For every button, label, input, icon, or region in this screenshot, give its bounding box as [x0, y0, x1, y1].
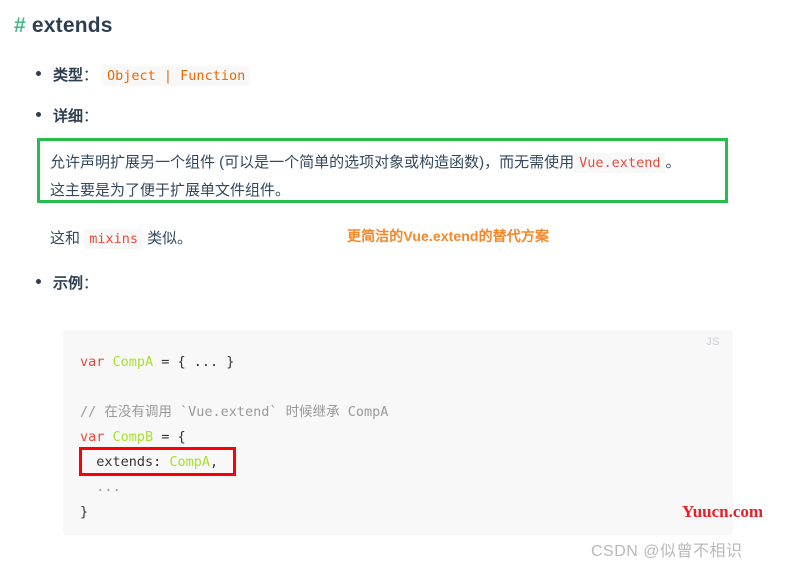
green-box-text-before: 允许声明扩展另一个组件 (可以是一个简单的选项对象或构造函数)，而无需使用 [50, 154, 575, 171]
code-token: extends: [80, 454, 170, 470]
type-value-code: Object | Function [102, 66, 251, 86]
list-item-example-label: 示例 [53, 275, 84, 292]
vue-extend-inline-code: Vue.extend [574, 153, 666, 173]
bullet-dot-icon [36, 279, 41, 284]
watermark-yuucn: Yuucn.com [682, 502, 764, 521]
anchor-hash-icon[interactable]: # [14, 14, 26, 37]
code-language-label: JS [706, 336, 720, 348]
list-item-detail-colon: ： [83, 108, 99, 125]
code-line: } [80, 500, 388, 525]
green-highlight-box: 允许声明扩展另一个组件 (可以是一个简单的选项对象或构造函数)，而无需使用 Vue… [37, 138, 728, 203]
page-root: # extends 类型 ： Object | Function 详细 ： 允许声… [0, 0, 791, 567]
code-token: = { [153, 429, 186, 445]
mixins-note-before: 这和 [50, 230, 81, 247]
code-token: var [80, 429, 113, 445]
code-token: // 在没有调用 `Vue.extend` 时候继承 CompA [80, 404, 389, 420]
list-item-detail: 详细 ： [36, 105, 98, 126]
code-line: // 在没有调用 `Vue.extend` 时候继承 CompA [80, 400, 388, 425]
green-box-line-1: 允许声明扩展另一个组件 (可以是一个简单的选项对象或构造函数)，而无需使用 Vue… [50, 149, 715, 177]
code-block: JS var CompA = { ... } // 在没有调用 `Vue.ext… [63, 330, 733, 535]
code-token: = { ... } [153, 354, 235, 370]
list-item-detail-label: 详细 [53, 108, 84, 125]
page-title-text: extends [31, 14, 113, 37]
bullet-dot-icon [36, 112, 41, 117]
code-token: ... [80, 479, 121, 495]
list-item-type-label: 类型 [53, 67, 84, 84]
code-token: , [210, 454, 219, 470]
watermark-csdn: CSDN @似曾不相识 [591, 543, 743, 560]
code-line: extends: CompA, [80, 450, 388, 475]
code-line: var CompB = { [80, 425, 388, 450]
code-token: CompA [169, 454, 211, 470]
bullet-dot-icon [36, 71, 41, 76]
code-token: CompA [112, 354, 154, 370]
code-line: ... [80, 475, 388, 500]
mixins-note: 这和 mixins 类似。 [50, 227, 193, 249]
mixins-inline-code: mixins [84, 229, 143, 249]
list-item-type-colon: ： [83, 67, 99, 84]
code-token: } [80, 504, 89, 520]
list-item-type: 类型 ： Object | Function [36, 64, 251, 86]
orange-annotation: 更简洁的Vue.extend的替代方案 [347, 228, 550, 244]
green-box-text-after: 。 [665, 154, 681, 171]
code-line: var CompA = { ... } [80, 350, 388, 375]
page-title: # extends [14, 14, 113, 38]
green-box-line-2: 这主要是为了便于扩展单文件组件。 [50, 182, 291, 199]
code-content[interactable]: var CompA = { ... } // 在没有调用 `Vue.extend… [80, 350, 388, 525]
code-token: CompB [112, 429, 154, 445]
code-token: var [80, 354, 113, 370]
list-item-example-colon: ： [83, 275, 99, 292]
list-item-example: 示例 ： [36, 272, 98, 293]
mixins-note-after: 类似。 [147, 230, 193, 247]
